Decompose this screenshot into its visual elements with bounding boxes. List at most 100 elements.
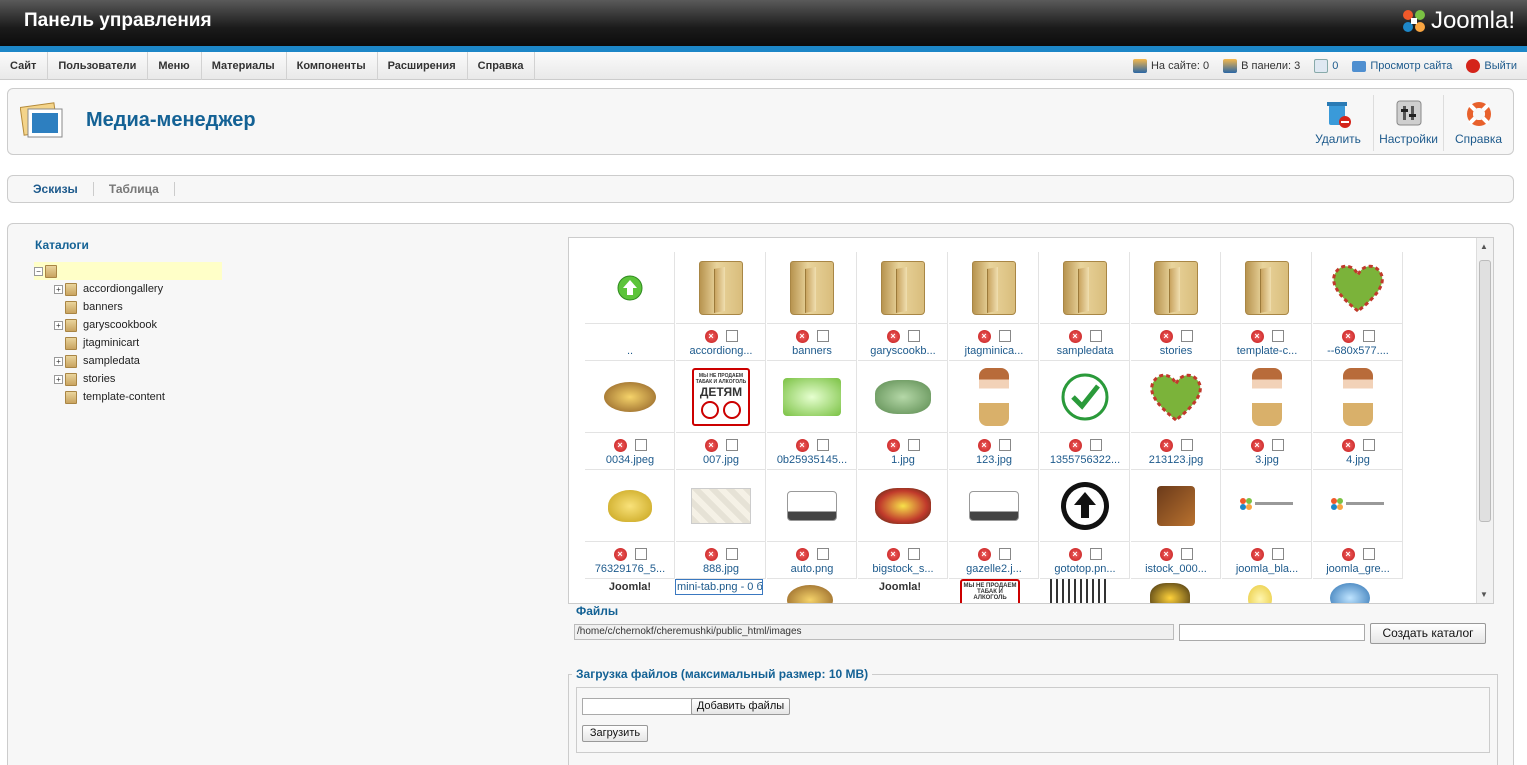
image-thumbnail[interactable] — [858, 361, 948, 433]
image-item[interactable]: × gazelle2.j... — [949, 470, 1039, 579]
image-item[interactable]: × 888.jpg — [676, 470, 766, 579]
image-thumbnail[interactable] — [1131, 361, 1221, 433]
file-name[interactable]: banners — [767, 345, 857, 357]
select-checkbox[interactable] — [634, 439, 647, 451]
partial-thumb[interactable]: mini-tab.png - 0 ба — [675, 579, 765, 603]
select-checkbox[interactable] — [816, 330, 829, 342]
expand-icon[interactable]: + — [54, 320, 63, 330]
expand-icon[interactable]: + — [54, 374, 63, 384]
folder-item[interactable]: × banners — [767, 252, 857, 361]
folder-icon[interactable] — [949, 252, 1039, 324]
tree-item[interactable]: banners — [34, 298, 222, 316]
menu-menus[interactable]: Меню — [148, 52, 202, 80]
file-name[interactable]: joomla_bla... — [1222, 563, 1312, 575]
image-thumbnail[interactable] — [767, 470, 857, 542]
file-path-field[interactable] — [582, 698, 692, 715]
select-checkbox[interactable] — [725, 548, 738, 560]
image-thumbnail[interactable] — [585, 361, 675, 433]
image-item[interactable]: × 1.jpg — [858, 361, 948, 470]
folder-icon[interactable] — [1222, 252, 1312, 324]
collapse-icon[interactable]: − — [34, 266, 43, 276]
file-name[interactable]: 1355756322... — [1040, 454, 1130, 466]
delete-icon[interactable]: × — [886, 329, 900, 343]
select-checkbox[interactable] — [1362, 330, 1375, 342]
delete-icon[interactable]: × — [613, 438, 627, 452]
file-name[interactable]: bigstock_s... — [858, 563, 948, 575]
file-name[interactable]: gototop.pn... — [1040, 563, 1130, 575]
logout-link[interactable]: Выйти — [1466, 59, 1517, 73]
select-checkbox[interactable] — [1180, 330, 1193, 342]
tree-item[interactable]: jtagminicart — [34, 334, 222, 352]
file-name[interactable]: 0b25935145... — [767, 454, 857, 466]
image-thumbnail[interactable] — [1222, 361, 1312, 433]
delete-icon[interactable]: × — [1250, 329, 1264, 343]
delete-icon[interactable]: × — [886, 547, 900, 561]
image-item[interactable]: × gototop.pn... — [1040, 470, 1130, 579]
select-checkbox[interactable] — [998, 548, 1011, 560]
file-name[interactable]: istock_000... — [1131, 563, 1221, 575]
file-name[interactable]: 0034.jpeg — [585, 454, 675, 466]
delete-icon[interactable]: × — [1159, 547, 1173, 561]
delete-icon[interactable]: × — [795, 329, 809, 343]
file-name[interactable]: joomla_gre... — [1313, 563, 1403, 575]
delete-icon[interactable]: × — [1068, 438, 1082, 452]
tree-root[interactable]: − — [34, 262, 222, 280]
image-thumbnail[interactable] — [858, 470, 948, 542]
select-checkbox[interactable] — [998, 330, 1011, 342]
file-name[interactable]: 888.jpg — [676, 563, 766, 575]
tree-item[interactable]: + garyscookbook — [34, 316, 222, 334]
delete-icon[interactable]: × — [704, 438, 718, 452]
tree-item[interactable]: template-content — [34, 388, 222, 406]
image-item[interactable]: МЫ НЕ ПРОДАЕМ ТАБАК И АЛКОГОЛЬ ДЕТЯМ × 007.… — [676, 361, 766, 470]
image-thumbnail[interactable] — [585, 470, 675, 542]
file-name[interactable]: 007.jpg — [676, 454, 766, 466]
select-checkbox[interactable] — [1180, 439, 1193, 451]
settings-button[interactable]: Настройки — [1373, 95, 1443, 151]
image-item[interactable]: × --680x577.... — [1313, 252, 1403, 361]
file-name[interactable]: --680x577.... — [1313, 345, 1403, 357]
partial-thumb[interactable] — [1215, 579, 1305, 603]
delete-icon[interactable]: × — [704, 547, 718, 561]
delete-icon[interactable]: × — [1159, 438, 1173, 452]
image-thumbnail[interactable] — [949, 361, 1039, 433]
new-folder-input[interactable] — [1179, 624, 1365, 641]
view-site-link[interactable]: Просмотр сайта — [1352, 60, 1452, 72]
image-thumbnail[interactable] — [1313, 252, 1403, 324]
partial-thumb[interactable]: Joomla! — [855, 579, 945, 603]
expand-icon[interactable]: + — [54, 284, 63, 294]
delete-icon[interactable]: × — [886, 438, 900, 452]
delete-icon[interactable]: × — [704, 329, 718, 343]
delete-icon[interactable]: × — [977, 547, 991, 561]
select-checkbox[interactable] — [1089, 439, 1102, 451]
folder-item[interactable]: × stories — [1131, 252, 1221, 361]
image-item[interactable]: × bigstock_s... — [858, 470, 948, 579]
delete-icon[interactable]: × — [1068, 547, 1082, 561]
image-item[interactable]: × istock_000... — [1131, 470, 1221, 579]
image-thumbnail[interactable] — [1040, 361, 1130, 433]
delete-icon[interactable]: × — [1341, 547, 1355, 561]
folder-item[interactable]: × sampledata — [1040, 252, 1130, 361]
folder-item[interactable]: × garyscookb... — [858, 252, 948, 361]
image-thumbnail[interactable] — [1313, 361, 1403, 433]
add-files-button[interactable]: Добавить файлы — [691, 698, 790, 715]
expand-icon[interactable]: + — [54, 356, 63, 366]
partial-thumb[interactable] — [1125, 579, 1215, 603]
tab-table[interactable]: Таблица — [94, 182, 175, 196]
folder-icon[interactable] — [1131, 252, 1221, 324]
image-item[interactable]: × 123.jpg — [949, 361, 1039, 470]
up-arrow-icon[interactable] — [585, 252, 675, 324]
delete-icon[interactable]: × — [795, 547, 809, 561]
delete-icon[interactable]: × — [1341, 329, 1355, 343]
select-checkbox[interactable] — [1271, 330, 1284, 342]
image-thumbnail[interactable] — [949, 470, 1039, 542]
vertical-scrollbar[interactable]: ▲ ▼ — [1476, 238, 1493, 603]
image-item[interactable]: × 1355756322... — [1040, 361, 1130, 470]
delete-icon[interactable]: × — [795, 438, 809, 452]
file-name[interactable]: 4.jpg — [1313, 454, 1403, 466]
select-checkbox[interactable] — [816, 439, 829, 451]
tree-item[interactable]: + accordiongallery — [34, 280, 222, 298]
delete-icon[interactable]: × — [977, 329, 991, 343]
file-name[interactable]: jtagminica... — [949, 345, 1039, 357]
image-thumbnail[interactable] — [1313, 470, 1403, 542]
file-name[interactable]: sampledata — [1040, 345, 1130, 357]
